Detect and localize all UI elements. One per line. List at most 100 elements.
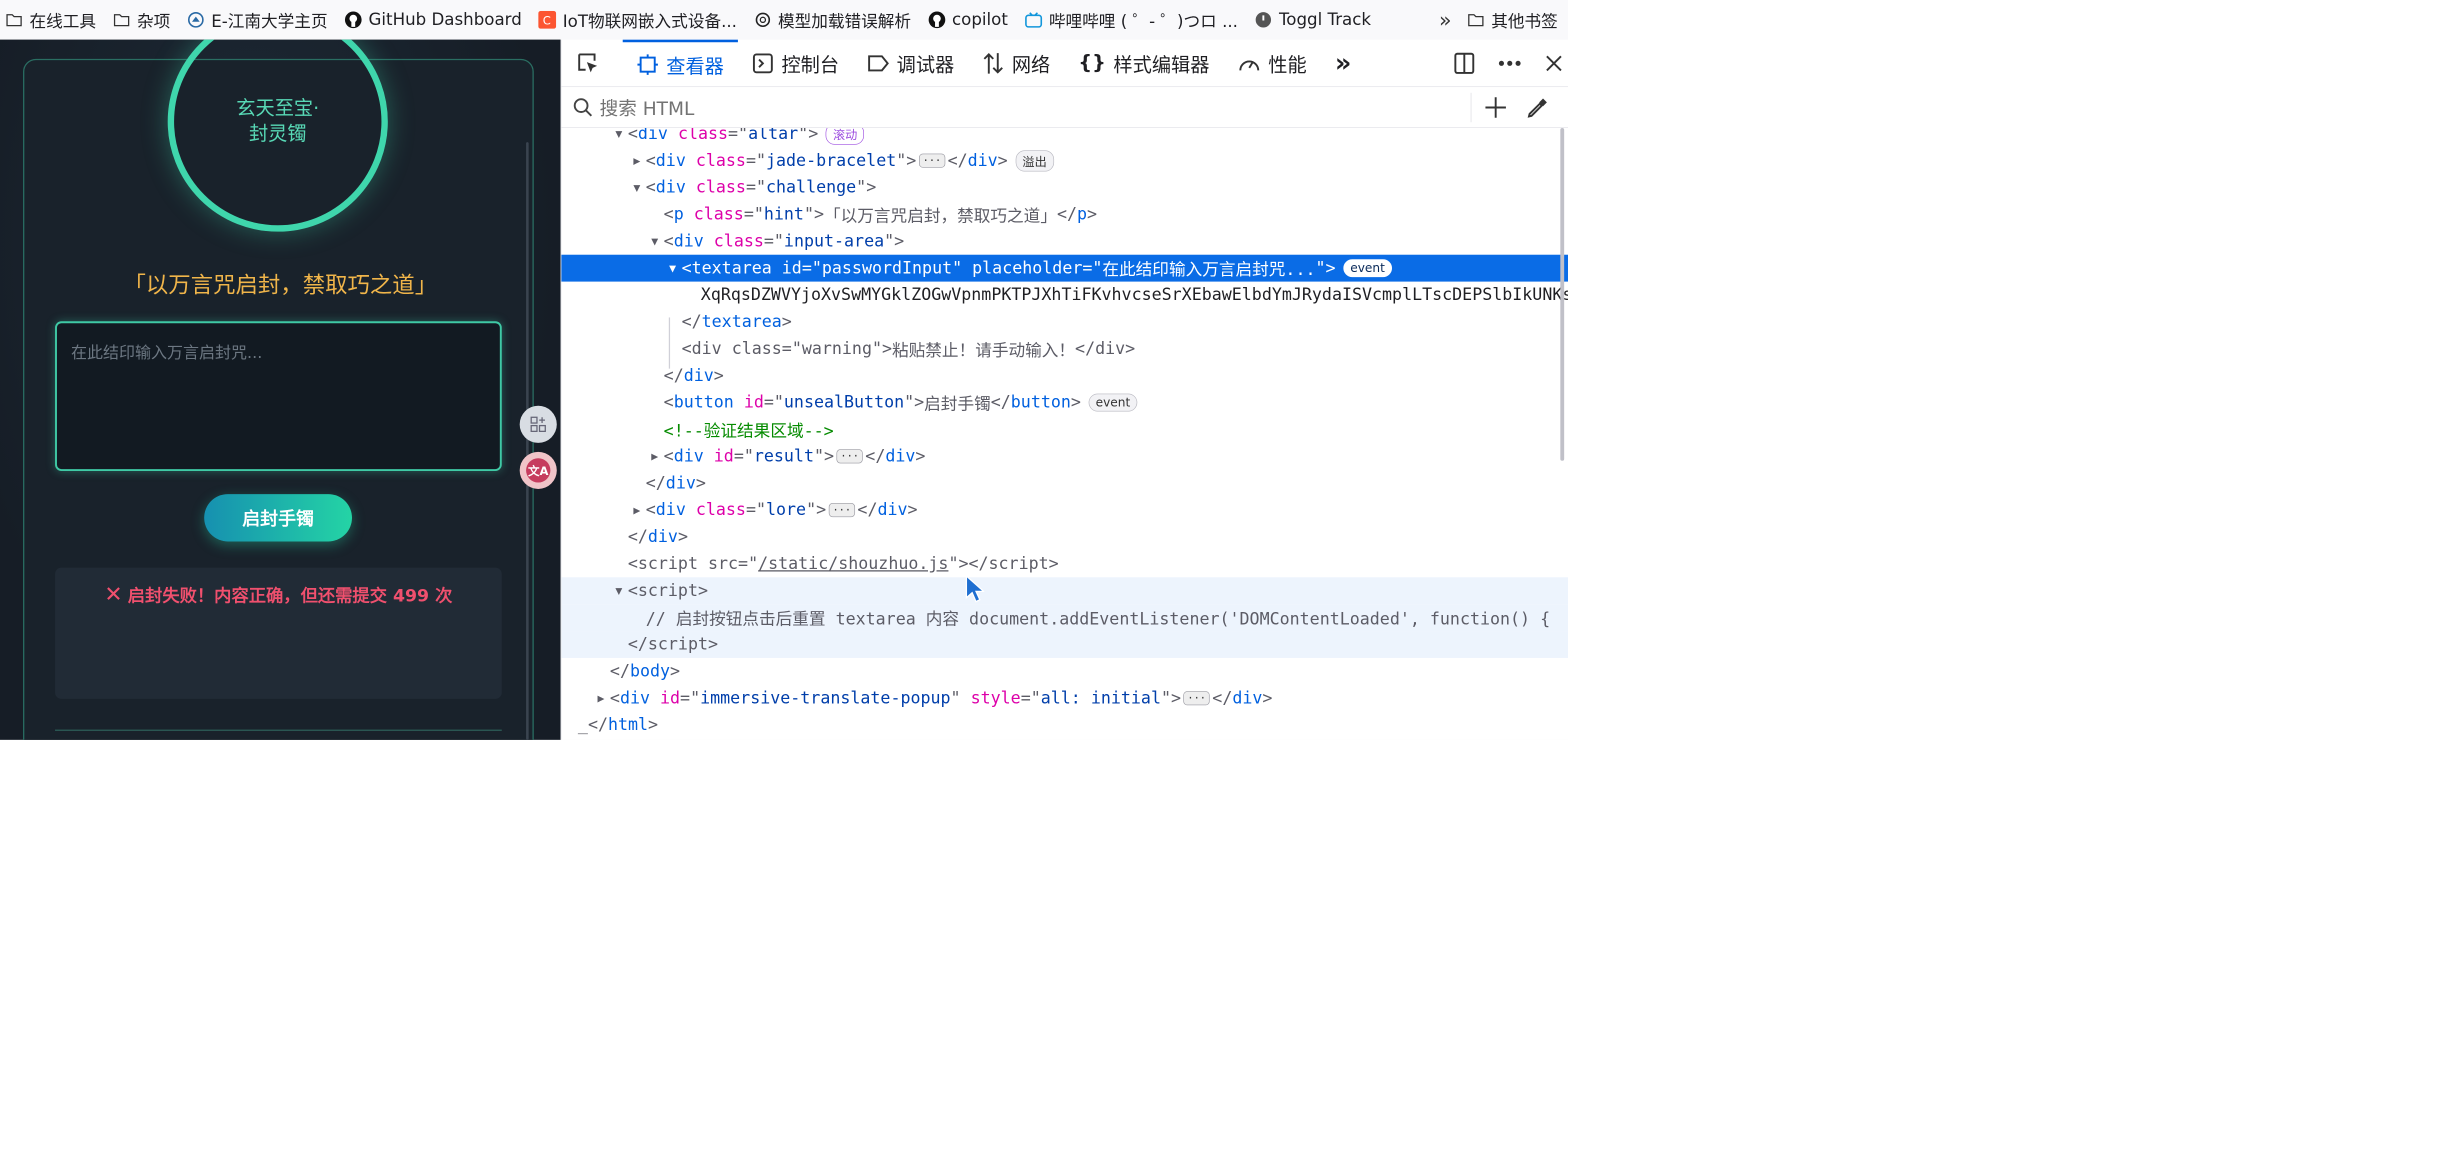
html-search-bar[interactable]: 搜索 HTML (561, 87, 1568, 128)
page-scrollbar[interactable] (526, 142, 529, 740)
tree-node-body-close[interactable]: </body > (561, 658, 1568, 685)
bookmark-item[interactable]: GitHub Dashboard (344, 10, 522, 29)
more-tabs-button[interactable]: » (1321, 39, 1366, 86)
password-textarea[interactable]: 在此结印输入万言启封咒... (55, 321, 502, 472)
extension-float-button[interactable] (519, 405, 557, 443)
ellipsis-icon[interactable]: ··· (836, 449, 863, 464)
eyedropper-icon[interactable] (1526, 96, 1549, 119)
folder-icon (113, 11, 131, 29)
dock-side-icon[interactable] (1453, 52, 1475, 75)
ring-title-line2: 封灵镯 (248, 122, 307, 146)
tree-script-text[interactable]: // 启封按钮点击后重置 textarea 内容 document.addEve… (561, 604, 1568, 632)
collapsed-arrow-icon[interactable]: ▶ (628, 154, 646, 167)
collapsed-arrow-icon[interactable]: ▶ (646, 450, 664, 463)
bookmark-item[interactable]: 哔哩哔哩 ( ゜- ゜)つロ ... (1025, 8, 1238, 32)
tab-label: 调试器 (896, 54, 955, 77)
tree-node-textarea-close[interactable]: </textarea > (561, 308, 1568, 335)
scroll-badge[interactable]: 滚动 (825, 128, 865, 145)
overflow-badge[interactable]: 溢出 (1015, 150, 1054, 172)
devtools-toolbar: 查看器 控制台 调试器 网络 {} 样式编辑器 性能 » (561, 39, 1568, 88)
collapsed-arrow-icon[interactable]: ▶ (628, 503, 646, 516)
event-badge[interactable]: event (1343, 259, 1392, 278)
tree-comment-node[interactable]: <!--验证结果区域--> (561, 416, 1568, 443)
event-badge[interactable]: event (1088, 393, 1138, 412)
tree-node-input-area[interactable]: ▼ < div class =" input-area "> (561, 228, 1568, 255)
tree-node-html-close[interactable]: _</html > (561, 712, 1568, 739)
tab-style-editor[interactable]: {} 样式编辑器 (1064, 39, 1223, 86)
bookmark-label: GitHub Dashboard (368, 10, 522, 30)
separator (1470, 92, 1472, 123)
tab-network[interactable]: 网络 (968, 39, 1064, 86)
ring-title-line1: 玄天至宝· (236, 97, 320, 120)
expanded-arrow-icon[interactable]: ▼ (610, 584, 628, 597)
tree-node-altar-close[interactable]: </div > (561, 524, 1568, 551)
tree-node-script-src[interactable]: < script src ="/static/shouzhuo.js "></scri… (561, 550, 1568, 577)
search-input[interactable]: 搜索 HTML (600, 94, 695, 121)
folder-icon (1467, 11, 1485, 29)
tab-label: 网络 (1011, 54, 1051, 77)
csdn-icon: C (538, 10, 557, 29)
other-bookmarks[interactable]: 其他书签 (1491, 8, 1558, 32)
openai-icon (754, 11, 772, 29)
tree-scrollbar[interactable] (1560, 128, 1565, 461)
tree-node-result[interactable]: ▶ < div id =" result "> ··· </div > (561, 443, 1568, 470)
tree-node-challenge[interactable]: ▼ < div class =" challenge "> (561, 174, 1568, 201)
collapsed-arrow-icon[interactable]: ▶ (592, 692, 610, 705)
tree-node-challenge-close[interactable]: </div > (561, 470, 1568, 497)
tab-label: 性能 (1268, 54, 1307, 77)
tree-text-node[interactable]: XqRqsDZWVYjoXvSwMYGklZOGwVpnmPKTPJXhTiFK… (561, 282, 1568, 309)
hint-text: 「以万言咒启封，禁取巧之道」 (123, 272, 438, 299)
bookmark-item[interactable]: Toggl Track (1255, 10, 1371, 29)
tree-node-altar[interactable]: ▼ < div class =" altar "> 滚动 (561, 128, 1568, 147)
folder-icon (5, 11, 23, 29)
bookmark-item[interactable]: 杂项 (113, 8, 170, 32)
bookmark-item[interactable]: E-江南大学主页 (187, 8, 328, 32)
bookmark-item[interactable]: 在线工具 (5, 8, 96, 32)
tree-node-hint[interactable]: < p class =" hint "> 「以万言咒启封，禁取巧之道」 </p > (561, 201, 1568, 228)
script-link[interactable]: /static/shouzhuo.js (758, 554, 948, 573)
tab-label: 样式编辑器 (1113, 54, 1210, 77)
translate-icon: 文A (526, 458, 551, 483)
bookmark-item[interactable]: copilot (928, 10, 1008, 29)
expanded-arrow-icon[interactable]: ▼ (628, 181, 646, 194)
tree-node-input-area-close[interactable]: </div > (561, 362, 1568, 389)
tab-debugger[interactable]: 调试器 (853, 39, 968, 86)
element-picker-button[interactable] (561, 39, 622, 86)
toggl-icon (1255, 11, 1273, 29)
expanded-arrow-icon[interactable]: ▼ (664, 261, 682, 274)
bookmark-item[interactable]: C IoT物联网嵌入式设备... (538, 8, 737, 32)
tree-node-immersive-translate[interactable]: ▶ < div id =" immersive-translate-popup " sty… (561, 685, 1568, 712)
ellipsis-icon[interactable]: ··· (828, 503, 855, 518)
bookmark-item[interactable]: 模型加载错误解析 (754, 8, 911, 32)
tree-node-script-inline[interactable]: ▼ < script > (561, 577, 1568, 605)
bookmark-label: 在线工具 (29, 11, 97, 32)
bookmark-label: copilot (952, 10, 1008, 30)
ellipsis-icon[interactable]: ··· (918, 153, 946, 168)
university-icon (187, 11, 205, 29)
unseal-button[interactable]: 启封手镯 (204, 494, 352, 542)
more-options-icon[interactable] (1498, 60, 1521, 66)
mouse-cursor-icon (965, 574, 986, 606)
markup-tree: ▼ < div class =" altar "> 滚动 ▶ < div class =" jade… (561, 128, 1568, 740)
tree-node-jade-bracelet[interactable]: ▶ < div class =" jade-bracelet "> ··· </div > 溢出 (561, 147, 1568, 174)
tree-node-lore[interactable]: ▶ < div class =" lore "> ··· </div > (561, 497, 1568, 524)
tree-node-unseal-button[interactable]: < button id =" unsealButton "> 启封手镯 </button > e… (561, 389, 1568, 416)
console-icon (752, 53, 773, 73)
tab-inspector[interactable]: 查看器 (622, 39, 738, 86)
tab-console[interactable]: 控制台 (738, 39, 853, 86)
close-icon[interactable] (1544, 54, 1563, 73)
expanded-arrow-icon[interactable]: ▼ (610, 128, 628, 140)
textarea-placeholder: 在此结印输入万言启封咒... (71, 343, 263, 362)
bookmark-label: E-江南大学主页 (211, 11, 328, 32)
tree-node-textarea-selected[interactable]: ▼ < textarea id =" passwordInput " placeholde… (561, 254, 1568, 282)
add-node-icon[interactable] (1484, 96, 1507, 119)
translate-float-button[interactable]: 文A (519, 451, 557, 489)
tree-node-script-close[interactable]: </script > (561, 631, 1568, 658)
tab-performance[interactable]: 性能 (1224, 39, 1321, 86)
ellipsis-icon[interactable]: ··· (1183, 691, 1210, 706)
chevron-double-right-icon[interactable]: » (1439, 8, 1452, 32)
tree-node-warning[interactable]: < div class =" warning "> 粘贴禁止！请手动输入！ </div > (561, 335, 1568, 362)
element-picker-icon (578, 53, 598, 72)
bookmark-label: 模型加载错误解析 (777, 11, 912, 32)
expanded-arrow-icon[interactable]: ▼ (646, 235, 664, 248)
